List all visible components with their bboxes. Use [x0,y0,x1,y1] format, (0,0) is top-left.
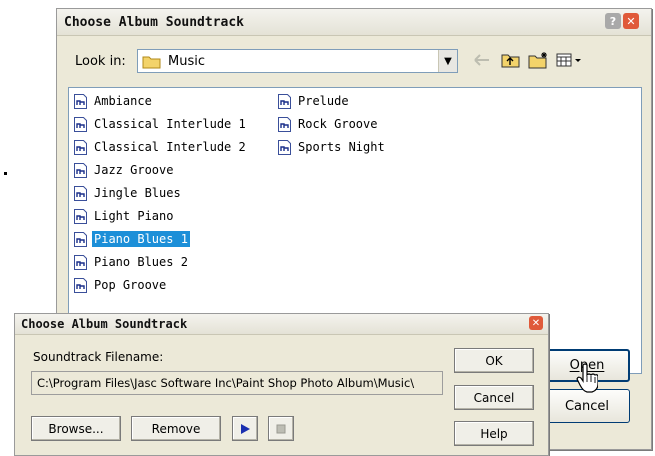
browse-button-label: Browse... [48,421,104,436]
dialog-title: Choose Album Soundtrack [64,14,245,30]
cancel-button-label: Cancel [564,398,610,414]
cancel-button[interactable]: Cancel [454,385,534,410]
audio-file-icon [74,254,87,270]
help-icon[interactable]: ? [605,13,621,29]
view-menu-icon[interactable] [556,51,584,69]
file-name: Light Piano [94,209,174,223]
file-name: Ambiance [94,94,152,108]
file-list-item[interactable]: Pop Groove [74,275,168,295]
file-list-item[interactable]: Sports Night [278,137,387,157]
look-in-label: Look in: [75,54,126,69]
file-list-item[interactable]: Ambiance [74,91,154,111]
look-in-value: Music [168,53,205,69]
file-name: Jazz Groove [94,163,174,177]
file-name: Classical Interlude 1 [94,117,246,131]
browse-button[interactable]: Browse... [31,416,121,441]
file-name: Rock Groove [298,117,378,131]
file-list-item[interactable]: Prelude [278,91,351,111]
file-list-item[interactable]: Classical Interlude 1 [74,114,248,134]
file-list-item[interactable]: Classical Interlude 2 [74,137,248,157]
new-folder-icon[interactable] [528,51,550,69]
back-arrow-icon[interactable] [472,51,492,69]
file-name: Classical Interlude 2 [94,140,246,154]
audio-file-icon [74,185,87,201]
file-name: Pop Groove [94,278,167,292]
play-icon [241,423,250,434]
audio-file-icon [74,93,87,109]
filename-label: Soundtrack Filename: [33,350,164,364]
close-icon[interactable]: ✕ [623,13,639,29]
up-folder-icon[interactable] [500,51,522,69]
file-name: Sports Night [298,140,385,154]
cancel-button[interactable]: Cancel [544,389,630,423]
play-button[interactable] [232,416,258,441]
audio-file-icon [74,231,87,247]
title-bar: Choose Album Soundtrack [57,9,651,36]
file-list-item[interactable]: Piano Blues 2 [74,252,190,272]
help-button[interactable]: Help [454,421,534,446]
remove-button-label: Remove [151,421,201,436]
audio-file-icon [74,139,87,155]
audio-file-icon [74,116,87,132]
soundtrack-filename-dialog: Choose Album Soundtrack ✕ Soundtrack Fil… [14,313,549,456]
audio-file-icon [74,277,87,293]
dialog-title: Choose Album Soundtrack [21,317,188,331]
look-in-dropdown[interactable]: Music ▼ [137,49,458,73]
file-list-item[interactable]: Jingle Blues [74,183,183,203]
stop-icon [276,424,286,433]
help-button-label: Help [480,426,508,441]
file-name: Jingle Blues [94,186,181,200]
chevron-down-icon[interactable]: ▼ [438,50,457,72]
file-list-item[interactable]: Rock Groove [278,114,379,134]
folder-icon [142,56,161,69]
file-list-item[interactable]: Light Piano [74,206,175,226]
remove-button[interactable]: Remove [131,416,221,441]
audio-file-icon [74,208,87,224]
file-list-item[interactable]: Jazz Groove [74,160,175,180]
file-name: Prelude [298,94,349,108]
ok-button[interactable]: OK [454,348,534,373]
file-name: Piano Blues 2 [94,255,188,269]
filename-field[interactable]: C:\Program Files\Jasc Software Inc\Paint… [31,371,443,395]
title-bar: Choose Album Soundtrack [15,314,548,335]
stray-dot [4,172,7,175]
file-list-item[interactable]: Piano Blues 1 [74,229,190,249]
stop-button[interactable] [268,416,294,441]
audio-file-icon [74,162,87,178]
close-icon[interactable]: ✕ [529,316,543,330]
ok-button-label: OK [485,353,503,368]
filename-value: C:\Program Files\Jasc Software Inc\Paint… [37,376,415,390]
file-name: Piano Blues 1 [92,231,190,247]
hand-cursor-icon [576,363,598,393]
audio-file-icon [278,93,291,109]
audio-file-icon [278,139,291,155]
audio-file-icon [278,116,291,132]
cancel-button-label: Cancel [473,390,515,405]
